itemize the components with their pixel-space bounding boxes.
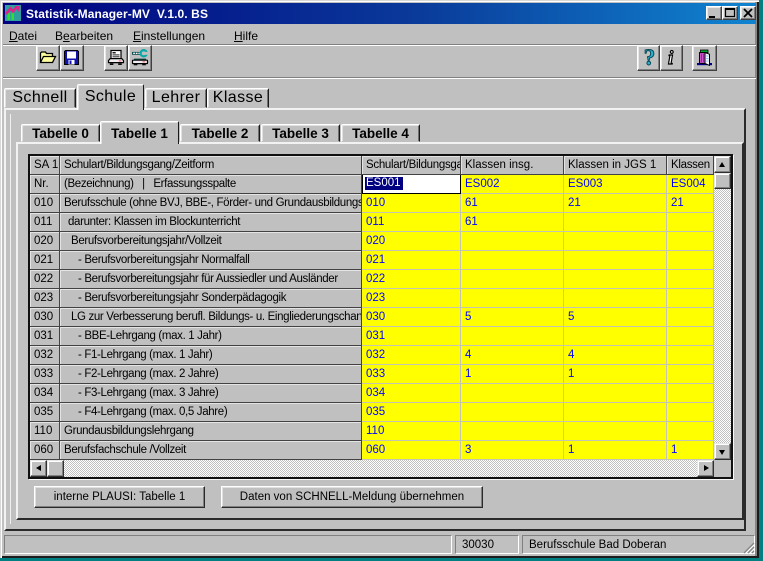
svg-text:?: ? [644,45,656,70]
svg-text:i: i [668,48,674,69]
